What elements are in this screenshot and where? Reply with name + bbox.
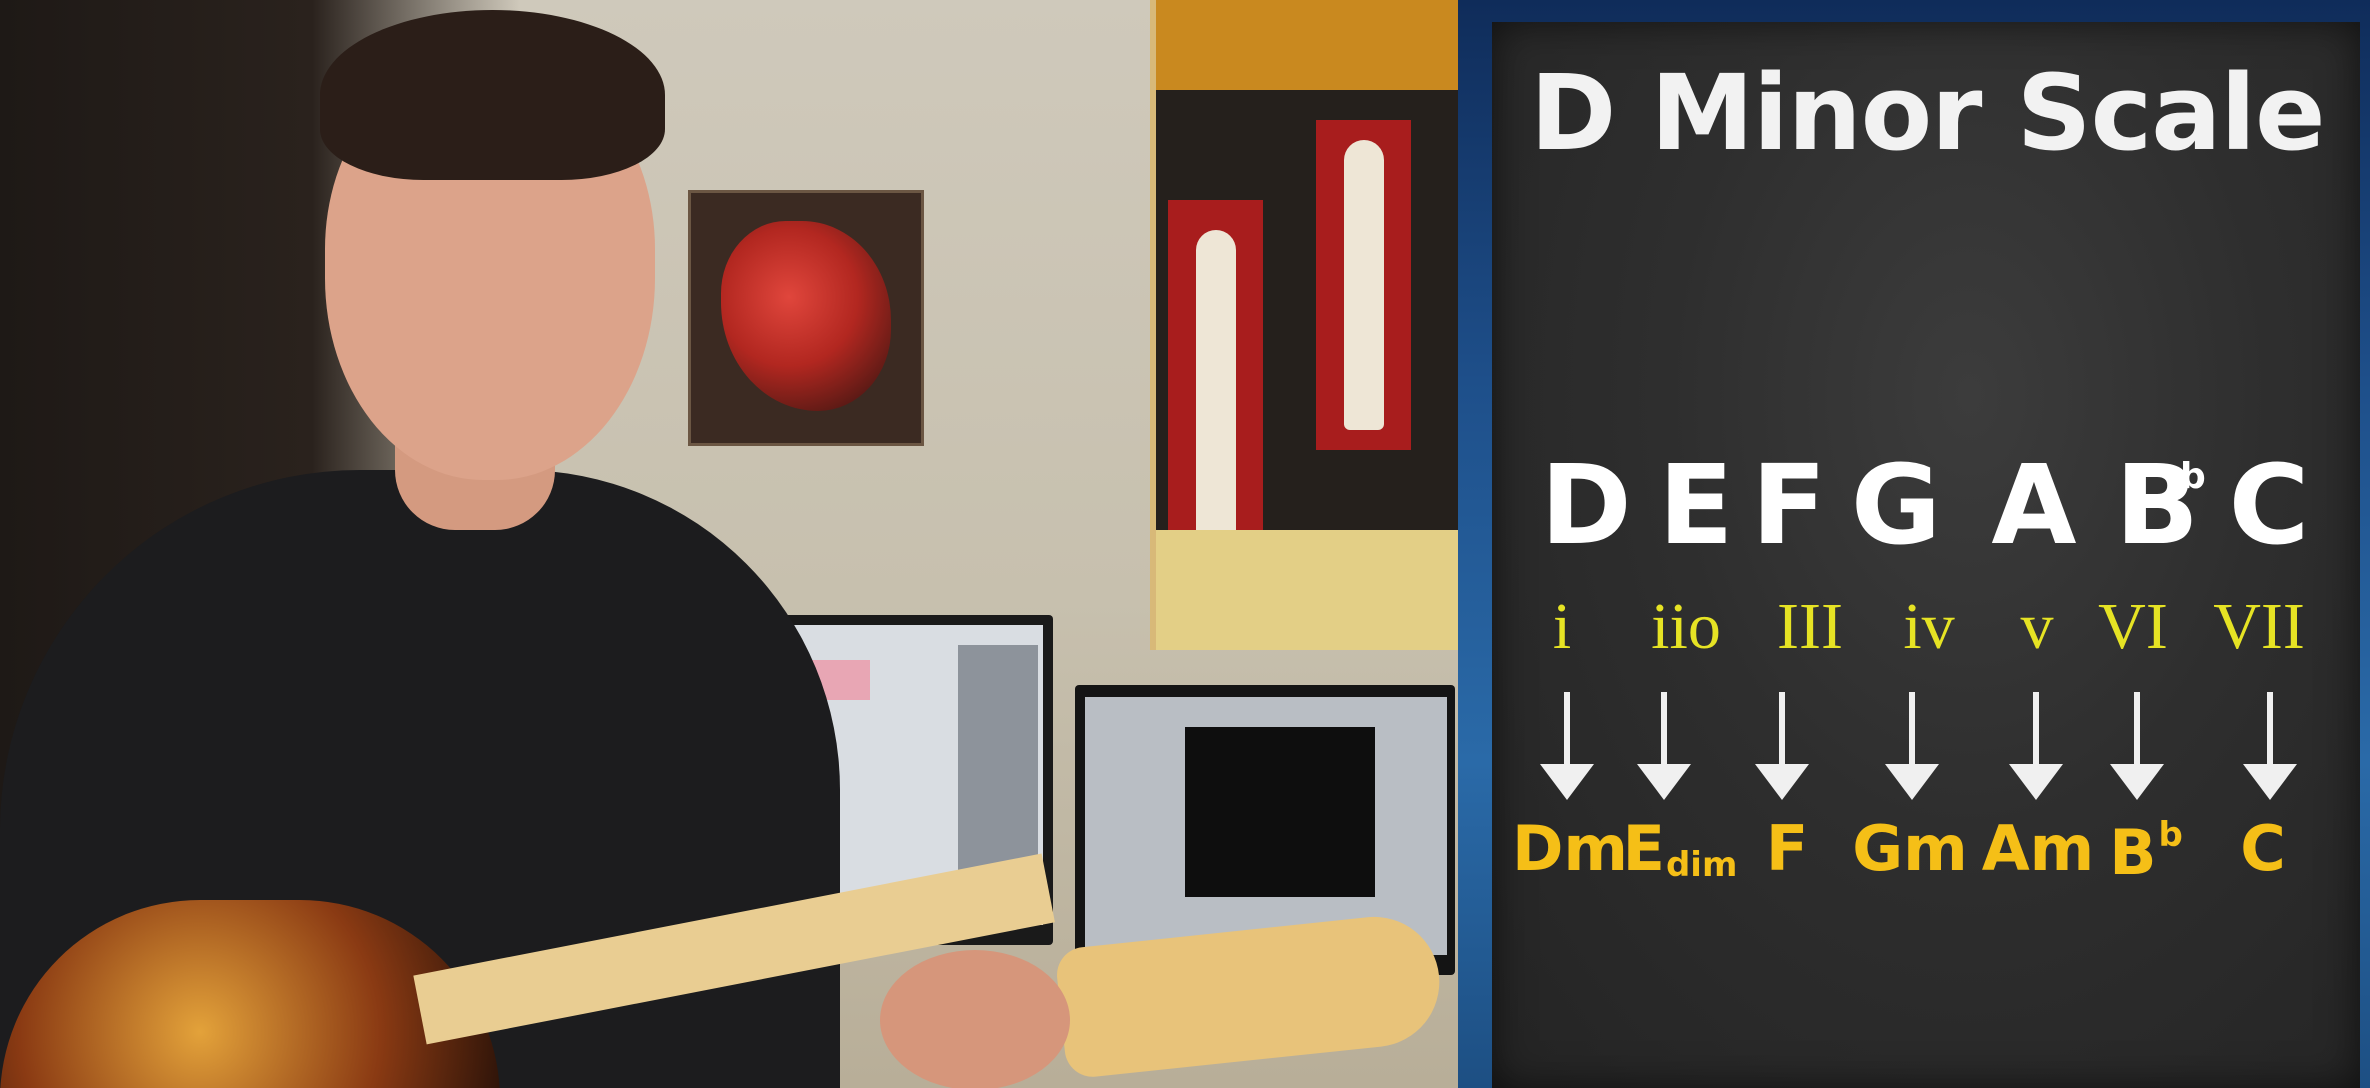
abstract-painting — [688, 190, 924, 446]
note-letter: D — [1540, 441, 1632, 569]
chord-name: Edim — [1623, 818, 1738, 885]
painting-figure-left — [1196, 230, 1236, 560]
painting-figure-right — [1344, 140, 1384, 430]
chord-quality: dim — [1665, 845, 1738, 885]
scale-degree: iv — [1903, 590, 1955, 663]
note-letter: C — [2228, 441, 2310, 569]
note-letter: G — [1850, 441, 1942, 569]
scale-degree: III — [1777, 590, 1843, 663]
chord-root: C — [2240, 812, 2286, 885]
down-arrow-icon — [2110, 692, 2164, 804]
scale-degree: VII — [2213, 590, 2305, 663]
instructor-hand — [880, 950, 1070, 1088]
slide-title: D Minor Scale — [1530, 52, 2326, 174]
down-arrow-icon — [1755, 692, 1809, 804]
note-letter: E — [1658, 441, 1734, 569]
painting-orange-band — [1156, 0, 1458, 90]
chord-name: F — [1766, 818, 1808, 880]
chord-name: Gm — [1852, 818, 1968, 880]
chord-root: F — [1765, 812, 1809, 885]
chord-name: Am — [1982, 818, 2095, 880]
monitor-right-screen — [1085, 697, 1447, 955]
scale-degree: iio — [1651, 590, 1721, 663]
instructor-hair — [320, 10, 665, 180]
down-arrow-icon — [1637, 692, 1691, 804]
scale-degree: VI — [2098, 590, 2168, 663]
chord-root: Dm — [1511, 812, 1629, 885]
chord-flat-sign: b — [2158, 815, 2183, 855]
video-frame — [0, 0, 1458, 1088]
down-arrow-icon — [1885, 692, 1939, 804]
chord-name: Dm — [1512, 818, 1628, 880]
note-letter: F — [1751, 441, 1827, 569]
down-arrow-icon — [2009, 692, 2063, 804]
note-letter: A — [1991, 441, 2077, 569]
figures-painting — [1150, 0, 1458, 650]
painting-gold-band — [1156, 530, 1458, 650]
chord-root: Gm — [1852, 812, 1968, 885]
scale-degree: i — [1552, 590, 1572, 663]
chord-root: B — [2109, 816, 2157, 889]
chord-name: C — [2240, 818, 2286, 880]
scale-degree: v — [2020, 590, 2054, 663]
chord-root: Am — [1981, 812, 2095, 885]
painting-red-shape — [721, 221, 891, 411]
scale-slide: D Minor Scale D E F G A B b C i iio III … — [1492, 22, 2360, 1088]
monitor-right-window — [1185, 727, 1375, 897]
down-arrow-icon — [2243, 692, 2297, 804]
chord-name: Bb — [2109, 818, 2183, 884]
down-arrow-icon — [1540, 692, 1594, 804]
note-flat-sign: b — [2180, 456, 2206, 497]
chord-root: E — [1622, 812, 1665, 885]
